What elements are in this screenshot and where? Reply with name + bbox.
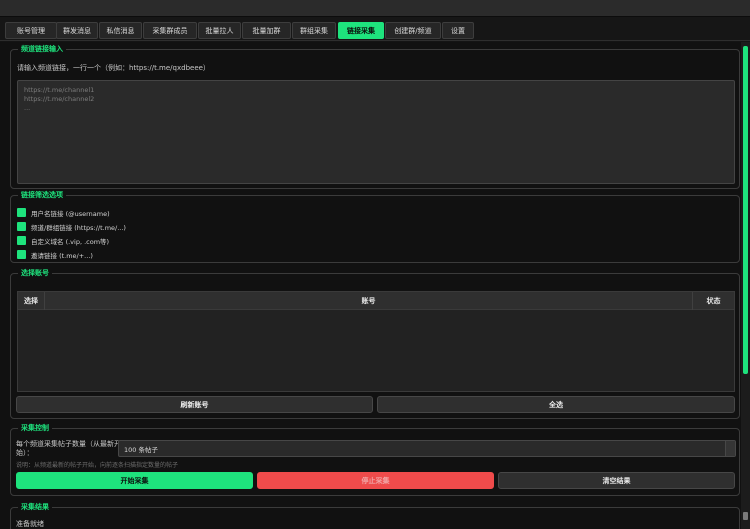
scrape-control-title: 采集控制 <box>18 423 52 433</box>
placeholder-line: ... <box>24 104 31 112</box>
clear-results-button[interactable]: 清空结果 <box>498 472 735 489</box>
placeholder-line: https://t.me/channel2 <box>24 95 95 103</box>
tab-batch-join[interactable]: 批量加群 <box>242 22 291 39</box>
start-scrape-button[interactable]: 开始采集 <box>16 472 253 489</box>
checkbox[interactable] <box>17 236 26 245</box>
channel-input-group: 频道链接输入 请输入频道链接，一行一个（例如：https://t.me/qxdb… <box>10 44 740 189</box>
tab-group-scrape[interactable]: 群组采集 <box>292 22 336 39</box>
channel-input-hint: 请输入频道链接，一行一个（例如：https://t.me/qxdbeee） <box>17 64 210 72</box>
filter-option-invite-link[interactable]: 邀请链接 (t.me/+...) <box>17 249 93 260</box>
tab-create-group-channel[interactable]: 创建群/频道 <box>385 22 441 39</box>
scrape-results-title: 采集结果 <box>18 502 52 512</box>
post-count-label-line2: 始）： <box>16 449 34 457</box>
refresh-accounts-button[interactable]: 刷新账号 <box>16 396 373 413</box>
checkbox-label: 用户名链接 (@username) <box>31 209 110 218</box>
checkbox-label: 自定义域名 (.vip, .com等) <box>31 237 110 246</box>
main-tab-bar: 账号管理 群发消息 私信消息 采集群成员 批量拉人 批量加群 群组采集 链接采集… <box>0 17 750 41</box>
post-count-select[interactable]: 100 条帖子 <box>118 440 736 457</box>
tab-settings[interactable]: 设置 <box>442 22 474 39</box>
post-count-value: 100 条帖子 <box>124 445 158 454</box>
tab-scrape-members[interactable]: 采集群成员 <box>143 22 197 39</box>
column-header-account[interactable]: 账号 <box>45 292 693 310</box>
link-filter-group: 链接筛选选项 用户名链接 (@username) 频道/群组链接 (https:… <box>10 190 740 263</box>
results-status-text: 准备就绪 <box>16 520 44 528</box>
tab-link-scrape[interactable]: 链接采集 <box>338 22 384 39</box>
tab-private-message[interactable]: 私信消息 <box>99 22 142 39</box>
checkbox[interactable] <box>17 222 26 231</box>
select-all-button[interactable]: 全选 <box>377 396 735 413</box>
account-table[interactable]: 选择 账号 状态 <box>17 291 735 392</box>
channel-links-textarea[interactable]: https://t.me/channel1 https://t.me/chann… <box>17 80 735 184</box>
tab-account-management[interactable]: 账号管理 <box>5 22 57 39</box>
scrollbar-handle-icon[interactable] <box>743 512 748 520</box>
window-title-bar <box>0 0 750 17</box>
tab-group-broadcast[interactable]: 群发消息 <box>56 22 98 39</box>
filter-option-username[interactable]: 用户名链接 (@username) <box>17 207 110 218</box>
checkbox[interactable] <box>17 250 26 259</box>
scrollbar-thumb[interactable] <box>743 46 748 374</box>
stop-scrape-button[interactable]: 停止采集 <box>257 472 494 489</box>
column-header-select[interactable]: 选择 <box>18 292 45 310</box>
filter-option-custom-domain[interactable]: 自定义域名 (.vip, .com等) <box>17 235 109 246</box>
checkbox-label: 邀请链接 (t.me/+...) <box>31 251 93 260</box>
account-select-group: 选择账号 选择 账号 状态 刷新账号 全选 <box>10 268 740 419</box>
tab-batch-invite[interactable]: 批量拉人 <box>198 22 241 39</box>
scrape-control-group: 采集控制 每个频道采集帖子数量（从最新开 始）： 100 条帖子 说明：从频道最… <box>10 423 740 496</box>
link-scrape-panel: 频道链接输入 请输入频道链接，一行一个（例如：https://t.me/qxdb… <box>0 42 741 529</box>
column-header-status[interactable]: 状态 <box>693 292 734 310</box>
placeholder-line: https://t.me/channel1 <box>24 86 95 94</box>
account-select-title: 选择账号 <box>18 268 52 278</box>
dropdown-arrow-icon[interactable] <box>725 441 735 456</box>
account-table-header: 选择 账号 状态 <box>18 292 734 310</box>
checkbox-label: 频道/群组链接 (https://t.me/...) <box>31 223 126 232</box>
link-filter-title: 链接筛选选项 <box>18 190 66 200</box>
scrape-results-group: 采集结果 准备就绪 <box>10 502 740 529</box>
vertical-scrollbar[interactable] <box>741 42 750 529</box>
post-count-note: 说明：从频道最新的帖子开始，向前逐条扫描指定数量的帖子 <box>16 462 179 469</box>
filter-option-channel-link[interactable]: 频道/群组链接 (https://t.me/...) <box>17 221 126 232</box>
channel-input-title: 频道链接输入 <box>18 44 66 54</box>
checkbox[interactable] <box>17 208 26 217</box>
